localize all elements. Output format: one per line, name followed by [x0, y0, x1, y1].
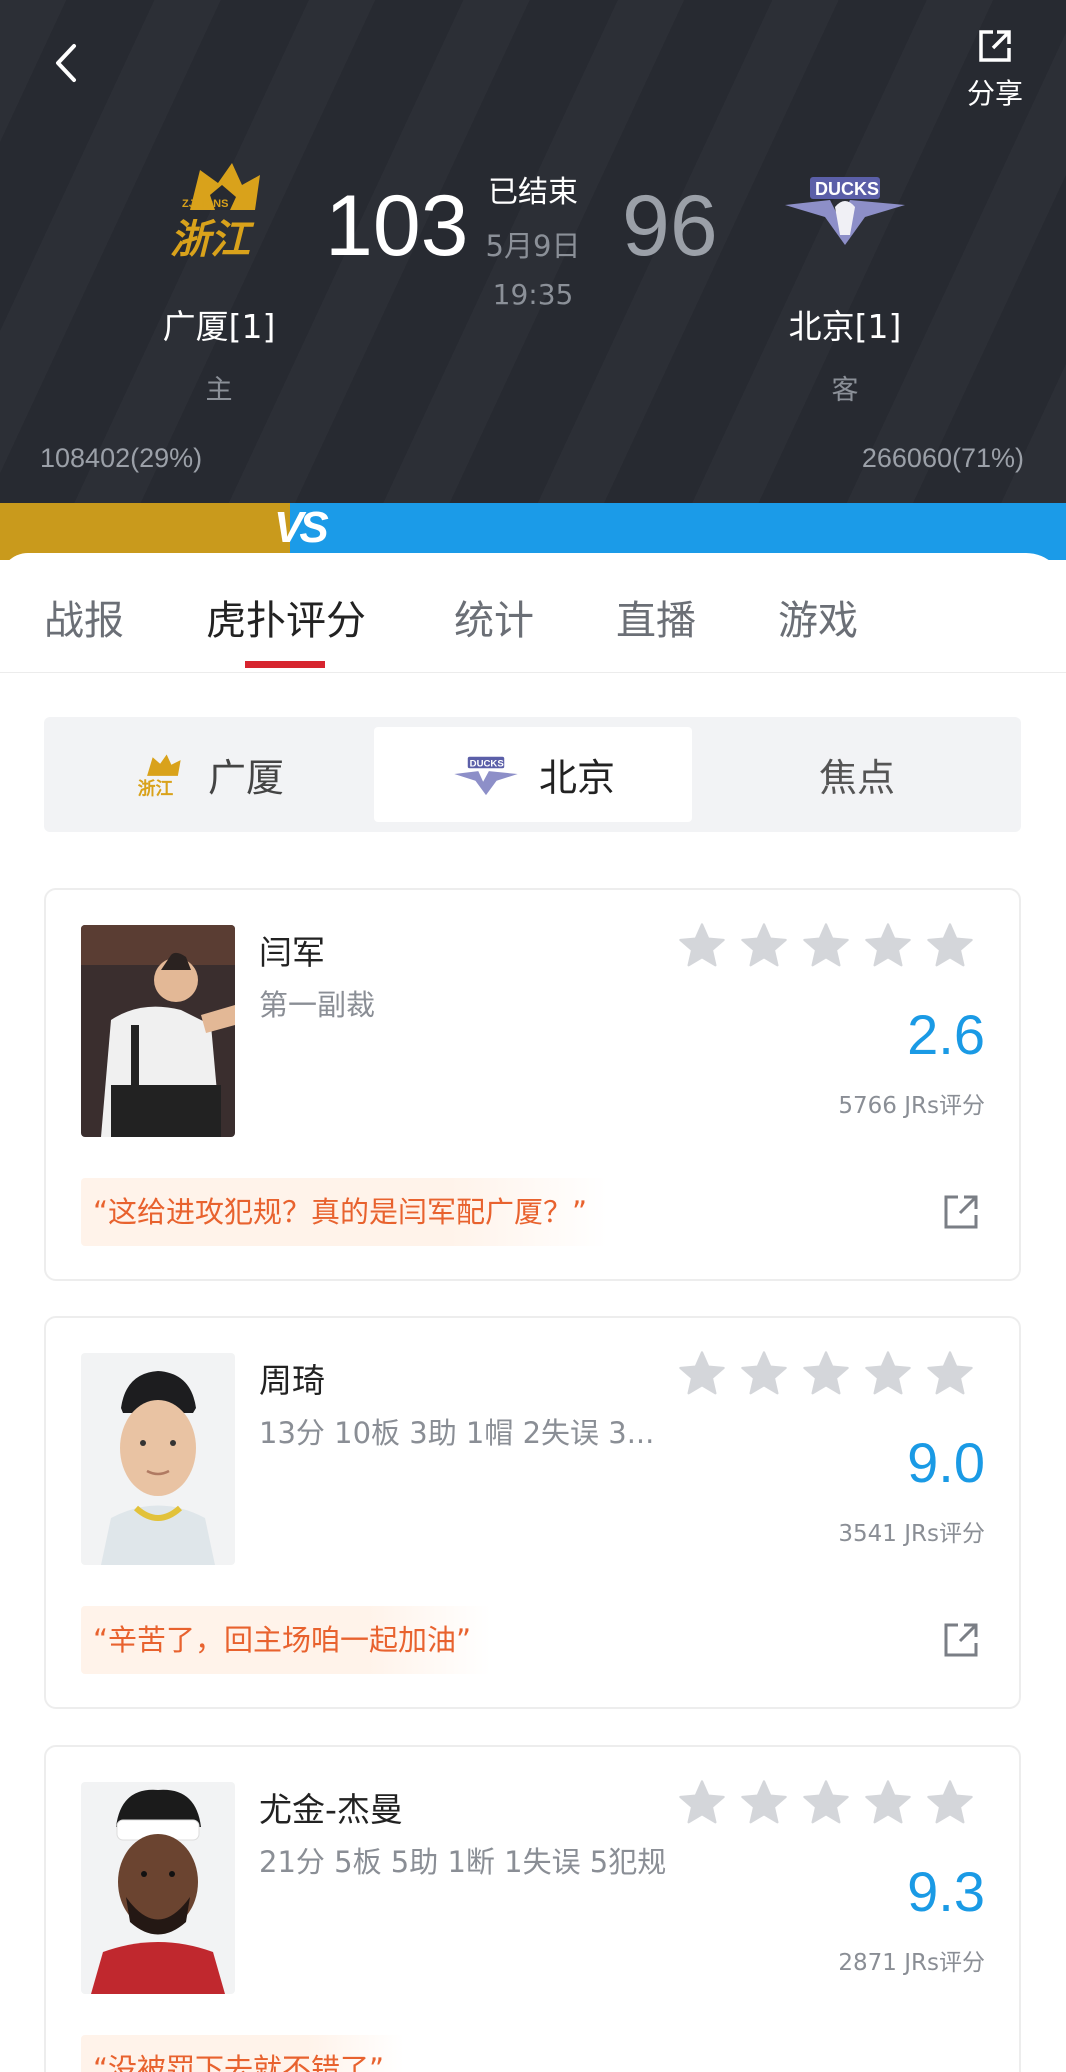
segment-home-team[interactable]: 浙江 广厦: [54, 727, 364, 822]
person-subtitle: 第一副裁: [259, 988, 376, 1022]
top-comment[interactable]: “辛苦了，回主场咱一起加油”: [81, 1606, 492, 1674]
star-icon[interactable]: [924, 1348, 976, 1400]
svg-text:DUCKS: DUCKS: [470, 758, 505, 769]
segment-focus-label: 焦点: [818, 756, 895, 800]
share-button[interactable]: 分享: [960, 26, 1030, 110]
player-photo: [81, 925, 235, 1137]
svg-text:DUCKS: DUCKS: [815, 179, 879, 199]
star-icon[interactable]: [800, 920, 852, 972]
tab-hupu-rating[interactable]: 虎扑评分: [206, 588, 366, 646]
tab-report[interactable]: 战报: [44, 588, 124, 646]
vs-label: VS: [274, 503, 329, 552]
rating-card[interactable]: 周琦 13分 10板 3助 1帽 2失误 3... 9.0 3541 JRs评分…: [44, 1316, 1021, 1709]
game-status: 已结束: [488, 175, 578, 210]
external-link-icon[interactable]: [941, 1192, 981, 1232]
svg-text:浙江: 浙江: [170, 217, 255, 263]
tab-bar: 战报 虎扑评分 统计 直播 游戏: [0, 553, 1066, 673]
home-score: 103: [325, 178, 469, 274]
star-icon[interactable]: [800, 1348, 852, 1400]
segment-away-label: 北京: [538, 756, 615, 800]
svg-text:ZJLIONS: ZJLIONS: [182, 198, 228, 210]
person-name: 尤金-杰曼: [259, 1790, 403, 1829]
support-vs-bar: VS: [0, 503, 1066, 560]
away-team-name[interactable]: 北京[1]: [745, 300, 945, 348]
top-comment[interactable]: “这给进攻犯规？真的是闫军配广厦？”: [81, 1178, 608, 1246]
star-icon[interactable]: [676, 1777, 728, 1829]
top-comment[interactable]: “没被罚下去就不错了”: [81, 2035, 405, 2072]
game-date: 5月9日: [485, 229, 581, 263]
share-icon: [979, 30, 1011, 62]
star-icon[interactable]: [676, 920, 728, 972]
person-name: 周琦: [259, 1361, 325, 1400]
tab-live[interactable]: 直播: [616, 588, 696, 646]
away-team-logo-small: DUCKS: [454, 756, 518, 795]
away-score: 96: [622, 178, 718, 274]
back-arrow-icon[interactable]: [44, 38, 94, 88]
rating-card[interactable]: 闫军 第一副裁 2.6 5766 JRs评分 “这给进攻犯规？真的是闫军配广厦？…: [44, 888, 1021, 1281]
player-photo: [81, 1782, 235, 1994]
rating-count: 2871 JRs评分: [838, 1950, 985, 1976]
away-support-count: 266060(71%): [861, 443, 1024, 473]
star-icon[interactable]: [862, 920, 914, 972]
star-rating[interactable]: [676, 920, 986, 976]
match-header: 分享 ZJLIONS 浙江 103 已结束 5月9日 19:35 96 DUCK…: [0, 0, 1066, 505]
person-subtitle: 13分 10板 3助 1帽 2失误 3...: [259, 1416, 655, 1450]
star-icon[interactable]: [738, 1348, 790, 1400]
rating-card[interactable]: 尤金-杰曼 21分 5板 5助 1断 1失误 5犯规 9.3 2871 JRs评…: [44, 1745, 1021, 2072]
star-icon[interactable]: [738, 1777, 790, 1829]
team-segment-control: 浙江 广厦 DUCKS 北京 焦点: [44, 717, 1021, 832]
star-icon[interactable]: [924, 1777, 976, 1829]
player-photo: [81, 1353, 235, 1565]
person-name: 闫军: [259, 933, 325, 972]
away-support-bar: [290, 503, 1066, 560]
rating-count: 5766 JRs评分: [838, 1093, 985, 1119]
star-icon[interactable]: [862, 1777, 914, 1829]
segment-home-label: 广厦: [207, 756, 284, 800]
star-icon[interactable]: [676, 1348, 728, 1400]
star-icon[interactable]: [862, 1348, 914, 1400]
average-rating: 2.6: [907, 1003, 985, 1066]
segment-focus[interactable]: 焦点: [702, 727, 1012, 822]
star-rating[interactable]: [676, 1348, 986, 1404]
game-time: 19:35: [492, 278, 574, 311]
tab-stats[interactable]: 统计: [454, 588, 534, 646]
home-team-logo[interactable]: ZJLIONS 浙江: [160, 155, 280, 265]
star-icon[interactable]: [800, 1777, 852, 1829]
person-subtitle: 21分 5板 5助 1断 1失误 5犯规: [259, 1845, 667, 1879]
home-team-name[interactable]: 广厦[1]: [119, 300, 319, 348]
average-rating: 9.3: [907, 1860, 985, 1923]
home-support-bar: [0, 503, 290, 560]
away-role-label: 客: [831, 375, 859, 406]
rating-count: 3541 JRs评分: [838, 1521, 985, 1547]
share-label: 分享: [966, 77, 1023, 110]
star-icon[interactable]: [924, 920, 976, 972]
home-support-count: 108402(29%): [40, 443, 203, 473]
star-rating[interactable]: [676, 1777, 986, 1833]
home-team-logo-small: 浙江: [138, 753, 181, 799]
average-rating: 9.0: [907, 1431, 985, 1494]
away-team-logo[interactable]: DUCKS: [780, 165, 910, 255]
external-link-icon[interactable]: [941, 1620, 981, 1660]
tab-games[interactable]: 游戏: [778, 588, 858, 646]
active-tab-indicator: [245, 661, 325, 668]
svg-text:浙江: 浙江: [138, 777, 174, 798]
segment-away-team[interactable]: DUCKS 北京: [374, 727, 692, 822]
home-role-label: 主: [205, 375, 233, 406]
star-icon[interactable]: [738, 920, 790, 972]
